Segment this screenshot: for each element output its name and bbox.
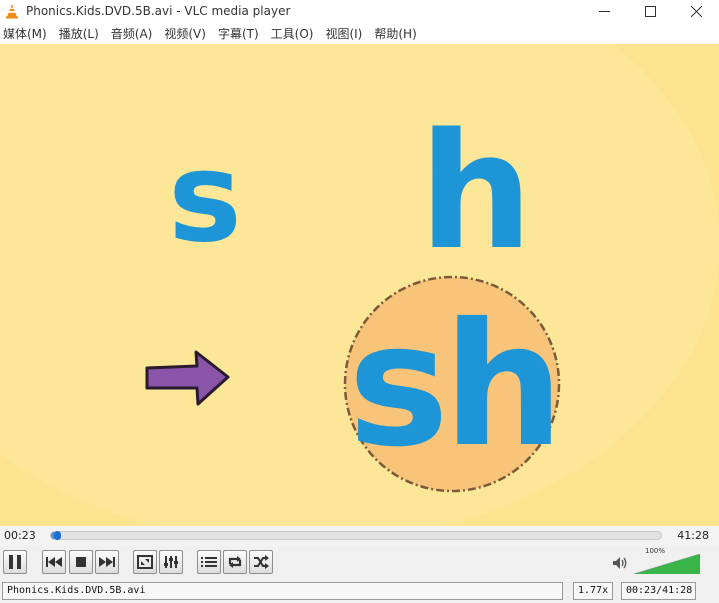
window-title: Phonics.Kids.DVD.5B.avi - VLC media play… [26,4,291,18]
status-bar: Phonics.Kids.DVD.5B.avi 1.77x 00:23/41:2… [0,580,719,603]
total-time: 41:28 [677,529,709,542]
menu-view[interactable]: 视图(I) [321,25,370,42]
video-frame: s h sh [0,44,719,526]
seek-slider[interactable] [50,531,662,540]
letter-h: h [419,98,533,285]
speaker-icon[interactable] [612,556,628,570]
maximize-button[interactable] [627,0,673,22]
combined-sh: sh [348,287,558,485]
fullscreen-button[interactable] [133,550,157,574]
menu-tools[interactable]: 工具(O) [267,25,322,42]
maximize-icon [644,5,656,17]
menu-media[interactable]: 媒体(M) [0,25,55,42]
menu-bar: 媒体(M) 播放(L) 音频(A) 视频(V) 字幕(T) 工具(O) 视图(I… [0,22,719,44]
menu-help[interactable]: 帮助(H) [370,25,424,42]
title-bar: Phonics.Kids.DVD.5B.avi - VLC media play… [0,0,719,22]
seek-handle[interactable] [53,531,61,540]
menu-audio[interactable]: 音频(A) [107,25,161,42]
menu-playback[interactable]: 播放(L) [55,25,107,42]
stop-icon [76,557,86,567]
stop-button[interactable] [69,550,93,574]
next-icon [99,557,115,567]
close-button[interactable] [673,0,719,22]
seek-row: 00:23 41:28 [0,526,719,546]
letter-s: s [168,126,242,270]
status-speed[interactable]: 1.77x [573,582,613,600]
minimize-button[interactable] [581,0,627,22]
shuffle-button[interactable] [249,550,273,574]
loop-button[interactable] [223,550,247,574]
playlist-icon [201,557,217,567]
playlist-button[interactable] [197,550,221,574]
previous-button[interactable] [42,550,66,574]
fullscreen-icon [137,555,153,569]
controls-bar: 100% [0,546,719,580]
elapsed-time: 00:23 [4,529,36,542]
vlc-cone-icon [6,4,18,19]
status-filename: Phonics.Kids.DVD.5B.avi [2,582,563,600]
previous-icon [46,557,62,567]
status-time[interactable]: 00:23/41:28 [621,582,696,600]
loop-icon [228,556,242,568]
extended-settings-button[interactable] [159,550,183,574]
next-button[interactable] [95,550,119,574]
menu-video[interactable]: 视频(V) [160,25,214,42]
shuffle-icon [254,555,269,569]
video-area[interactable]: s h sh [0,44,719,526]
extended-settings-icon [164,556,178,568]
volume-slider[interactable] [634,554,700,574]
menu-subtitle[interactable]: 字幕(T) [214,25,267,42]
close-icon [690,5,702,17]
pause-button[interactable] [3,550,27,574]
pause-icon [9,555,21,569]
minimize-icon [598,10,610,12]
